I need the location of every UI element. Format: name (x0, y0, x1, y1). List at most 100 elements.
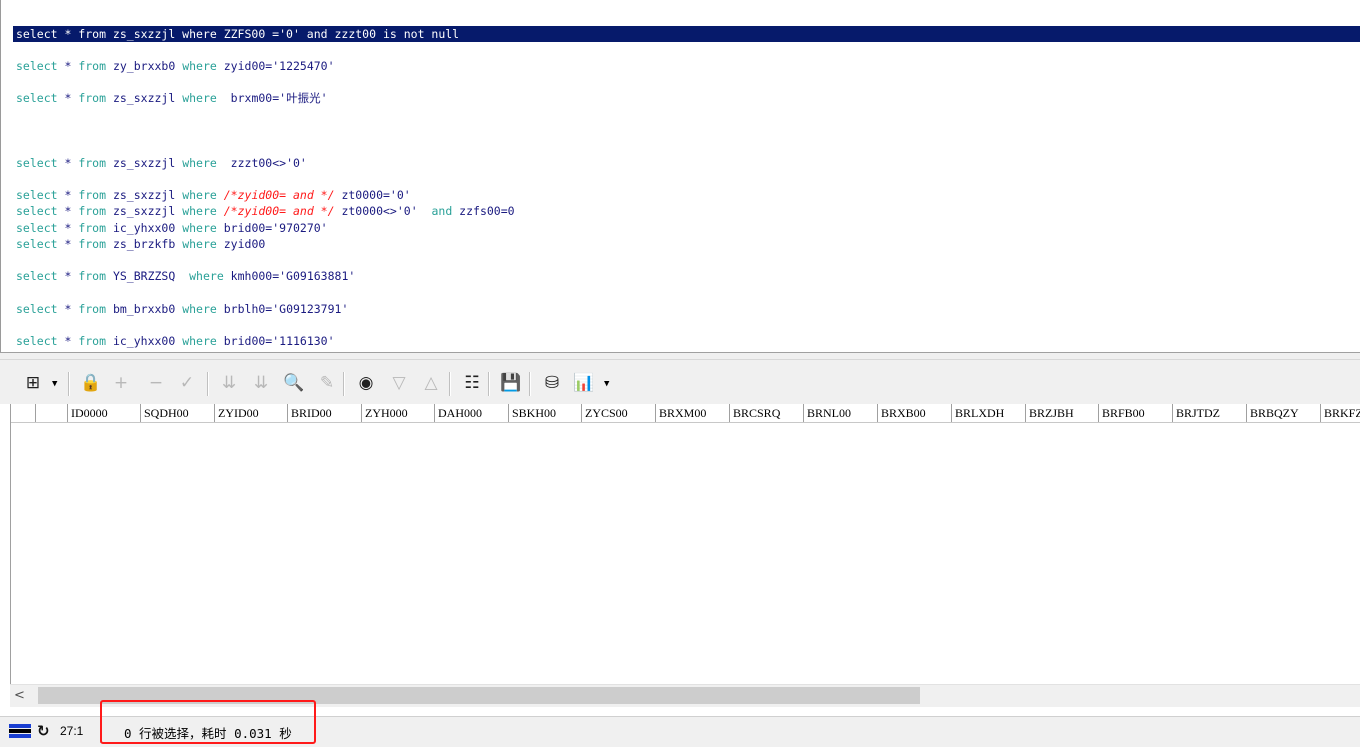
sql-token: where (182, 221, 217, 235)
sql-token: brid00='1116130' (216, 334, 335, 348)
column-header[interactable]: BRLXDH (951, 404, 1025, 422)
column-header[interactable]: BRXB00 (877, 404, 951, 422)
column-header[interactable]: BRJTDZ (1172, 404, 1246, 422)
sql-token: * (57, 221, 79, 235)
sql-token: select * from zs_sxzzjl where ZZFS00 ='0… (16, 27, 460, 41)
column-header[interactable]: BRBQZY (1246, 404, 1320, 422)
toolbar-separator (68, 372, 70, 396)
column-header[interactable]: BRXM00 (655, 404, 729, 422)
column-header[interactable]: BRKFZ (1320, 404, 1360, 422)
sql-token: and (424, 204, 453, 218)
editor-line[interactable]: select * from zy_brxxb0 where zyid00='12… (16, 58, 335, 74)
sql-token: ic_yhxx00 (106, 334, 183, 348)
editor-line[interactable]: select * from YS_BRZZSQ where kmh000='G0… (16, 268, 355, 284)
move-down-icon[interactable]: ▽ (388, 372, 410, 394)
sql-token: brblh0='G09123791' (216, 302, 349, 316)
sql-token: from (78, 91, 107, 105)
editor-line[interactable]: select * from bm_brxxb0 where brblh0='G0… (16, 301, 348, 317)
column-header[interactable]: DAH000 (434, 404, 508, 422)
sql-token: zs_sxzzjl (106, 188, 183, 202)
editor-line[interactable]: select * from ic_yhxx00 where brid00='97… (16, 220, 328, 236)
sql-token: kmh000='G09163881' (223, 269, 356, 283)
flag-stripe (9, 734, 31, 738)
chart-dropdown-icon[interactable]: ▼ (604, 379, 609, 389)
column-header[interactable]: ZYCS00 (581, 404, 655, 422)
sql-token: from (78, 221, 107, 235)
sql-token: from (78, 188, 107, 202)
sql-token: from (78, 334, 107, 348)
database-icon[interactable]: ⛁ (541, 372, 563, 394)
sql-token: select (16, 302, 58, 316)
sql-token: select (16, 334, 58, 348)
editor-line-selected[interactable]: select * from zs_sxzzjl where ZZFS00 ='0… (13, 26, 1360, 42)
sql-token: * (57, 59, 79, 73)
sql-token: select (16, 188, 58, 202)
save-icon[interactable]: 💾 (500, 372, 522, 394)
result-grid[interactable]: ID0000 SQDH00 ZYID00 BRID00 ZYH000 DAH000 SBKH… (10, 404, 1360, 706)
column-header[interactable]: BRZJBH (1025, 404, 1098, 422)
column-header[interactable]: SQDH00 (140, 404, 214, 422)
sql-token: * (57, 302, 79, 316)
sql-token: zs_sxzzjl (106, 204, 183, 218)
column-header[interactable]: BRCSRQ (729, 404, 803, 422)
editor-grid-splitter[interactable] (0, 352, 1360, 360)
column-header[interactable]: BRID00 (287, 404, 361, 422)
sql-token: * (57, 91, 79, 105)
editor-line[interactable]: select * from ic_yhxx00 where brid00='11… (16, 333, 335, 349)
clear-filter-icon[interactable]: ⇊ (250, 372, 272, 394)
lock-icon[interactable]: 🔒 (80, 372, 102, 394)
column-header[interactable]: BRFB00 (1098, 404, 1172, 422)
sql-token: where (182, 302, 217, 316)
editor-line[interactable]: select * from zs_sxzzjl where brxm00='叶振… (16, 90, 328, 106)
tree-view-icon[interactable]: ☷ (461, 372, 483, 394)
sql-editor[interactable]: select * from zs_sxzzjl where ZZFS00 ='0… (0, 0, 1360, 352)
column-header[interactable]: SBKH00 (508, 404, 581, 422)
editor-line[interactable]: select * from zs_sxzzjl where /*zyid00= … (16, 203, 515, 219)
sql-token: select (16, 221, 58, 235)
sql-token: from (78, 204, 107, 218)
sql-token: * (57, 269, 79, 283)
flag-stripe (9, 724, 31, 728)
post-edit-icon[interactable]: ✓ (176, 372, 198, 394)
column-header[interactable]: ZYID00 (214, 404, 287, 422)
editor-line[interactable]: select * from zs_brzkfb where zyid00 (16, 236, 265, 252)
sql-token: select (16, 59, 58, 73)
column-header[interactable]: ID0000 (67, 404, 140, 422)
sql-token: where (182, 156, 217, 170)
sql-token: zyid00 (216, 237, 266, 251)
add-row-icon[interactable]: + (110, 372, 132, 394)
record-nav-icon[interactable]: ◉ (355, 372, 377, 394)
sql-token: zt0000='0' (334, 188, 411, 202)
chart-icon[interactable]: 📊 (573, 372, 595, 394)
delete-row-icon[interactable]: − (145, 372, 167, 394)
sql-token: zs_sxzzjl (106, 156, 183, 170)
sql-token: zzfs00=0 (452, 204, 515, 218)
grid-layout-icon[interactable]: ⊞ (22, 372, 44, 394)
find-icon[interactable]: 🔍 (283, 372, 305, 394)
sql-token: where (182, 91, 217, 105)
toolbar-separator (529, 372, 531, 396)
refresh-icon[interactable]: ↻ (37, 722, 50, 740)
sql-token: from (78, 237, 107, 251)
editor-line[interactable]: select * from zs_sxzzjl where /*zyid00= … (16, 187, 411, 203)
sql-token: where (182, 204, 217, 218)
move-up-icon[interactable]: △ (420, 372, 442, 394)
sql-token: select (16, 237, 58, 251)
sql-token: where (182, 59, 217, 73)
status-highlight-box (100, 700, 316, 744)
sql-token: brid00='970270' (216, 221, 328, 235)
apply-filter-icon[interactable]: ⇊ (218, 372, 240, 394)
column-header[interactable]: BRNL00 (803, 404, 877, 422)
sql-token: where (182, 188, 217, 202)
scroll-left-icon[interactable]: < (14, 688, 28, 704)
sql-token: zs_sxzzjl (106, 91, 183, 105)
sql-token: select (16, 156, 58, 170)
editor-line[interactable]: select * from zs_sxzzjl where zzzt00<>'0… (16, 155, 307, 171)
sql-token: bm_brxxb0 (106, 302, 183, 316)
eraser-icon[interactable]: ✎ (316, 372, 338, 394)
sql-token: * (57, 188, 79, 202)
grid-layout-dropdown-icon[interactable]: ▼ (52, 379, 57, 389)
column-header[interactable]: ZYH000 (361, 404, 434, 422)
sql-token: where (182, 334, 217, 348)
sql-token: /*zyid00= and */ (216, 188, 335, 202)
